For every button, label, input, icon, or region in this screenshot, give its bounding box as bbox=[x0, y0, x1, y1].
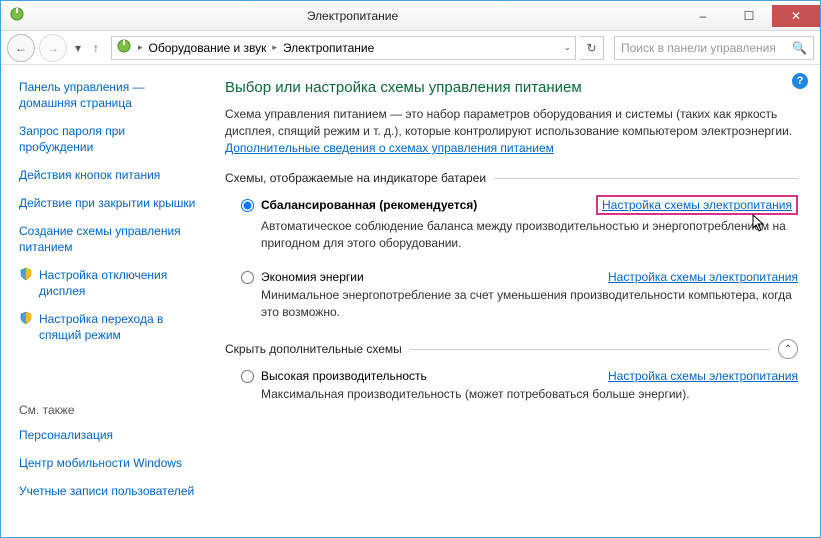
history-dropdown[interactable]: ▾ bbox=[71, 40, 85, 56]
sidebar-link[interactable]: Запрос пароля при пробуждении bbox=[19, 123, 201, 155]
search-icon: 🔍 bbox=[792, 41, 807, 55]
sidebar-link[interactable]: Настройка отключения дисплея bbox=[39, 267, 201, 299]
maximize-button[interactable]: ☐ bbox=[726, 5, 772, 27]
plan-radio-balanced[interactable]: Сбалансированная (рекомендуется) bbox=[241, 198, 477, 212]
chevron-right-icon: ▸ bbox=[272, 42, 277, 53]
plan-settings-link[interactable]: Настройка схемы электропитания bbox=[608, 270, 798, 284]
radio-input[interactable] bbox=[241, 370, 254, 383]
sidebar-link[interactable]: Учетные записи пользователей bbox=[19, 483, 201, 499]
plan-settings-link[interactable]: Настройка схемы электропитания bbox=[596, 195, 798, 215]
search-input[interactable]: Поиск в панели управления 🔍 bbox=[614, 36, 814, 60]
page-description: Схема управления питанием — это набор па… bbox=[225, 106, 798, 157]
section-header-collapsible[interactable]: Скрыть дополнительные схемы ⌃ bbox=[225, 339, 798, 359]
sidebar-link[interactable]: Персонализация bbox=[19, 427, 201, 443]
more-info-link[interactable]: Дополнительные сведения о схемах управле… bbox=[225, 141, 554, 155]
breadcrumb[interactable]: ▸ Оборудование и звук ▸ Электропитание ⌄ bbox=[111, 36, 576, 60]
refresh-button[interactable]: ↻ bbox=[580, 36, 604, 60]
sidebar-link[interactable]: Настройка перехода в спящий режим bbox=[39, 311, 201, 343]
section-header: Схемы, отображаемые на индикаторе батаре… bbox=[225, 171, 798, 185]
breadcrumb-item[interactable]: Электропитание bbox=[283, 41, 374, 55]
sidebar-link[interactable]: Создание схемы управления питанием bbox=[19, 223, 201, 255]
power-options-icon bbox=[9, 6, 25, 25]
shield-icon bbox=[19, 311, 33, 328]
help-icon[interactable]: ? bbox=[792, 73, 808, 89]
see-also-label: См. также bbox=[19, 403, 201, 417]
sidebar: Панель управления — домашняя страница За… bbox=[1, 65, 211, 536]
shield-icon bbox=[19, 267, 33, 284]
cursor-icon bbox=[750, 213, 768, 235]
sidebar-link[interactable]: Действия кнопок питания bbox=[19, 167, 201, 183]
plan-description: Максимальная производительность (может п… bbox=[241, 386, 798, 403]
main-content: ? Выбор или настройка схемы управления п… bbox=[211, 65, 820, 536]
collapse-icon[interactable]: ⌃ bbox=[778, 339, 798, 359]
sidebar-link[interactable]: Действие при закрытии крышки bbox=[19, 195, 201, 211]
radio-input[interactable] bbox=[241, 271, 254, 284]
minimize-button[interactable]: – bbox=[680, 5, 726, 27]
power-options-icon bbox=[116, 38, 132, 57]
breadcrumb-item[interactable]: Оборудование и звук bbox=[149, 41, 267, 55]
power-plan: Экономия энергии Настройка схемы электро… bbox=[225, 270, 798, 321]
forward-button[interactable]: → bbox=[39, 34, 67, 62]
back-button[interactable]: ← bbox=[7, 34, 35, 62]
titlebar: Электропитание – ☐ ✕ bbox=[1, 1, 820, 31]
power-plan: Высокая производительность Настройка схе… bbox=[225, 369, 798, 403]
search-placeholder: Поиск в панели управления bbox=[621, 41, 776, 55]
page-heading: Выбор или настройка схемы управления пит… bbox=[225, 79, 798, 96]
control-panel-home-link[interactable]: Панель управления — домашняя страница bbox=[19, 79, 201, 111]
close-button[interactable]: ✕ bbox=[772, 5, 820, 27]
up-button[interactable]: ↑ bbox=[89, 40, 103, 56]
radio-input[interactable] bbox=[241, 199, 254, 212]
power-plan: Сбалансированная (рекомендуется) Настрой… bbox=[225, 195, 798, 252]
plan-description: Автоматическое соблюдение баланса между … bbox=[241, 218, 798, 252]
chevron-right-icon: ▸ bbox=[138, 42, 143, 53]
plan-settings-link[interactable]: Настройка схемы электропитания bbox=[608, 369, 798, 383]
plan-description: Минимальное энергопотребление за счет ум… bbox=[241, 287, 798, 321]
chevron-down-icon[interactable]: ⌄ bbox=[563, 42, 571, 53]
plan-radio-saver[interactable]: Экономия энергии bbox=[241, 270, 364, 284]
window-title: Электропитание bbox=[25, 9, 680, 23]
window-controls: – ☐ ✕ bbox=[680, 5, 820, 27]
plan-radio-high[interactable]: Высокая производительность bbox=[241, 369, 427, 383]
sidebar-link[interactable]: Центр мобильности Windows bbox=[19, 455, 201, 471]
toolbar: ← → ▾ ↑ ▸ Оборудование и звук ▸ Электроп… bbox=[1, 31, 820, 65]
